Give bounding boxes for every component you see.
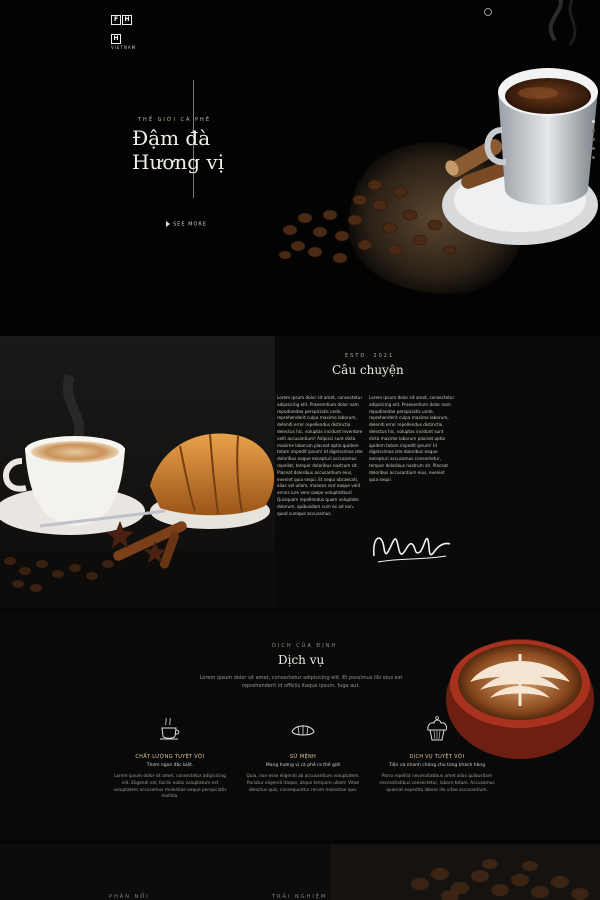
logo-subtitle: VIETNAM (111, 45, 137, 50)
service-subtitle: Thơm ngon đặc biệt. (146, 763, 194, 768)
hero-coffee-image (278, 0, 598, 294)
hero-title-line-2: Hương vị (132, 150, 225, 174)
service-title: SỨ MỆNH (289, 754, 317, 760)
logo-letter: H (122, 15, 132, 25)
see-more-link[interactable]: SEE MORE (166, 221, 207, 228)
services-title: Dịch vụ (278, 653, 325, 667)
story-text-column-1: Lorem ipsum dolor sit amet, consectetur … (277, 395, 363, 516)
site-logo[interactable]: F HH VIETNAM (111, 6, 141, 50)
hero-title-line-1: Đậm đà (132, 126, 211, 150)
service-description: Lorem ipsum dolor sit amet, consectetur … (113, 774, 227, 800)
story-text-column-2: Lorem ipsum dolor sit amet, consectetur … (369, 395, 455, 482)
services-description: Lorem ipsum dolor sit amet, consectetur … (199, 675, 403, 689)
service-title: DỊCH VỤ TUYỆT VỜI (409, 754, 465, 760)
service-subtitle: Tiện và nhanh chóng cho từng khách hàng (388, 763, 486, 768)
story-eyebrow: ESTD. 2021 (345, 353, 395, 359)
service-card: SỨ MỆNH Mang hương vị cà phê ra thế giới… (244, 714, 362, 794)
service-description: Quia, non esse eligendi ab accusantium v… (246, 774, 360, 793)
hero-section: F HH VIETNAM THẾ GIỚI CÀ PHÊ Đậm đà Hương… (0, 0, 600, 335)
services-section: DỊCH CỦA ĐỊNH Dịch vụ Lorem ipsum dolor … (0, 614, 600, 839)
signature-image (372, 537, 451, 563)
logo-letter: H (111, 34, 121, 44)
slider-dot[interactable] (592, 129, 595, 132)
coffee-cup-icon (160, 717, 180, 740)
service-subtitle: Mang hương vị cà phê ra thế giới (265, 763, 341, 768)
cappuccino-croissant-image (0, 336, 275, 608)
story-title: Câu chuyện (332, 363, 404, 377)
slider-dot[interactable] (592, 156, 595, 159)
hero-title: Đậm đà Hương vị (132, 126, 224, 174)
bottom-eyebrow-2: TRẢI NGHIỆM (272, 894, 328, 900)
service-card: DỊCH VỤ TUYỆT VỜI Tiện và nhanh chóng ch… (378, 714, 496, 794)
see-more-label: SEE MORE (173, 221, 207, 228)
slider-dot[interactable] (592, 138, 595, 141)
slider-dot[interactable] (592, 120, 595, 123)
services-eyebrow: DỊCH CỦA ĐỊNH (272, 643, 338, 649)
hero-eyebrow: THẾ GIỚI CÀ PHÊ (138, 117, 211, 123)
bottom-section: PHÁN NỔI TRẢI NGHIỆM (0, 844, 600, 900)
coffee-beans-image (330, 844, 600, 900)
slider-dot[interactable] (592, 147, 595, 150)
hero-slider-dots (592, 120, 595, 165)
croissant-icon (291, 725, 315, 736)
play-icon (166, 221, 170, 227)
logo-letter: F (111, 15, 121, 25)
service-title: CHẤT LƯỢNG TUYỆT VỜI (135, 754, 205, 760)
story-section: ESTD. 2021 Câu chuyện Lorem ipsum dolor … (0, 336, 600, 608)
service-description: Porro repellat necessitatibus amet alias… (379, 774, 495, 793)
service-card: CHẤT LƯỢNG TUYỆT VỜI Thơm ngon đặc biệt.… (111, 714, 229, 801)
cupcake-icon (427, 716, 447, 741)
bottom-eyebrow-1: PHÁN NỔI (109, 894, 150, 900)
